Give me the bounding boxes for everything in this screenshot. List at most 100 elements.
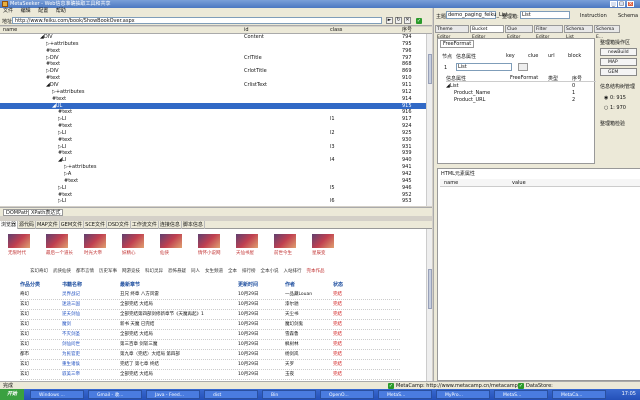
taskbar-item[interactable]: dist — [204, 390, 258, 399]
col-name[interactable]: name — [3, 27, 17, 34]
site-nav-link[interactable]: 入站排行 — [284, 269, 302, 274]
newbuild-button[interactable]: newBuild — [600, 48, 637, 56]
book-cover-image[interactable] — [46, 234, 68, 248]
bottom-tab[interactable]: GEM文件 — [60, 221, 85, 229]
tree-row[interactable]: ▷LI l2 925 — [0, 130, 432, 137]
book-cover-caption[interactable]: 妖精心 — [122, 250, 162, 256]
freeformat-tab[interactable]: FreeFormat — [440, 40, 475, 48]
menu-config[interactable]: 配置 — [38, 8, 48, 14]
book-cover-image[interactable] — [198, 234, 220, 248]
ff-table-header-cell[interactable]: FreeFormat — [510, 75, 538, 81]
attr-col-value[interactable]: value — [512, 180, 526, 186]
site-nav-link[interactable]: 排行榜 — [242, 269, 256, 274]
book-table-cell[interactable]: 逆夭剑仙 — [62, 310, 80, 320]
site-nav-link[interactable]: 全本小说 — [261, 269, 279, 274]
editor-tab[interactable]: Clue Editor — [505, 25, 533, 40]
bottom-tab[interactable]: MAP文件 — [36, 221, 60, 229]
site-nav-link[interactable]: 都市言情 — [76, 269, 94, 274]
book-cover-image[interactable] — [160, 234, 182, 248]
book-cover-image[interactable] — [236, 234, 258, 248]
bucket-field[interactable]: List — [520, 11, 570, 19]
refresh-icon[interactable]: ↻ — [395, 17, 402, 24]
ff-table-row[interactable]: Product_URL 2 — [446, 97, 596, 104]
menu-edit[interactable]: 编辑 — [21, 8, 31, 14]
tree-row[interactable]: #text 796 — [0, 48, 432, 55]
menu-help[interactable]: 帮助 — [56, 8, 66, 14]
map-button[interactable]: MAP — [600, 58, 637, 66]
site-nav-link[interactable]: 科幻灵异 — [145, 269, 163, 274]
book-table-cell[interactable]: 全部完结 大结局 — [120, 370, 153, 380]
taskbar-item[interactable]: Java - Feed... — [146, 390, 200, 399]
site-nav-link[interactable]: 玄幻奇幻 — [30, 269, 48, 274]
book-cover-caption[interactable]: 时光大帝 — [84, 250, 124, 256]
tree-row[interactable]: ▷LI l3 931 — [0, 144, 432, 151]
site-nav-link[interactable]: 恐怖悬疑 — [168, 269, 186, 274]
site-nav-link[interactable]: 武侠仙侠 — [53, 269, 71, 274]
maximize-button[interactable]: □ — [618, 1, 625, 7]
book-table-cell[interactable]: 魔剑 — [62, 320, 71, 330]
taskbar-item[interactable]: OpenO... — [320, 390, 374, 399]
book-table-cell[interactable]: 剑仙问世 — [62, 340, 80, 350]
schema-link[interactable]: Schema — [618, 13, 638, 19]
tree-row[interactable]: ◢DIV CrlistText 911 — [0, 82, 432, 89]
tree-row[interactable]: ▷DIV CrlTitle 797 — [0, 55, 432, 62]
bottom-tab[interactable]: 源代码 — [18, 221, 37, 229]
book-cover-caption[interactable]: 仙侠 — [160, 250, 200, 256]
book-cover-caption[interactable]: 天仙书屋 — [236, 250, 276, 256]
book-table-cell[interactable]: 第九章（完结）大结局 第四部 — [120, 350, 180, 360]
browser-view[interactable]: 无限时代 最后一个道长 时光大帝 妖精心 仙侠 情怀小说网 天仙书屋 前世今生 星辰变 玄幻奇幻… — [0, 229, 432, 381]
site-nav-link[interactable]: 同人 — [191, 269, 200, 274]
taskbar-item[interactable]: MetaS... — [378, 390, 432, 399]
book-table-cell[interactable]: 灵界战记 — [62, 290, 80, 300]
tree-row[interactable]: ◢LI l4 940 — [0, 157, 432, 164]
editor-tab[interactable]: Filter Editor — [534, 25, 563, 40]
ff-dropdown[interactable] — [518, 63, 528, 71]
minimize-button[interactable]: _ — [610, 1, 617, 7]
ff-table-header-cell[interactable]: 类型 — [548, 75, 558, 82]
taskbar-item[interactable]: MyPro... — [436, 390, 490, 399]
site-nav-link[interactable]: 完本作品 — [307, 269, 325, 274]
taskbar-item[interactable]: Windows ... — [30, 390, 84, 399]
book-cover-caption[interactable]: 最后一个道长 — [46, 250, 86, 256]
tree-scrollbar[interactable] — [426, 34, 432, 206]
editor-tab[interactable]: Bucket Editor — [470, 25, 504, 40]
tree-row[interactable]: ◢UL 915 — [0, 102, 432, 110]
tree-row[interactable]: #text 910 — [0, 75, 432, 82]
book-table-cell[interactable]: 全部完结 大结局 — [120, 300, 153, 310]
tree-row[interactable]: ▷+attributes 912 — [0, 89, 432, 96]
dom-tree[interactable]: ◢DIV Content 794 ▷+attributes 795 #text 796 ▷DI… — [0, 34, 432, 206]
tree-row[interactable]: #text 924 — [0, 123, 432, 130]
attr-col-name[interactable]: name — [444, 180, 458, 186]
bottom-tab[interactable]: 连接信息 — [159, 221, 182, 229]
book-table-cell[interactable]: 全部完结 大结局 — [120, 330, 153, 340]
book-table-cell[interactable]: 全部完结第四部剑修新章节《天魔再起》1 — [120, 310, 204, 320]
book-table-cell[interactable]: 完结了 第七章 终结 — [120, 360, 159, 370]
col-class[interactable]: class — [330, 27, 342, 34]
book-table-cell[interactable]: 重生诸侯 — [62, 360, 80, 370]
bottom-tab[interactable]: SCE文件 — [84, 221, 107, 229]
taskbar-item[interactable]: MetaS... — [494, 390, 548, 399]
site-nav-link[interactable]: 历史军事 — [99, 269, 117, 274]
radio-1[interactable]: ○ 1: 970 — [604, 105, 626, 111]
ff-table-row[interactable]: Product_Name 1 — [446, 90, 596, 97]
editor-tab[interactable]: Schema List — [564, 25, 593, 40]
taskbar-item[interactable]: MetaCa... — [552, 390, 606, 399]
book-table-cell[interactable]: 为民官吏 — [62, 350, 80, 360]
tree-row[interactable]: ▷LI l5 946 — [0, 185, 432, 192]
menu-file[interactable]: 文件 — [3, 8, 13, 14]
tree-row[interactable]: ▷DIV CrlotTitle 869 — [0, 68, 432, 75]
bottom-tab[interactable]: DSD文件 — [107, 221, 131, 229]
editor-tab[interactable]: Schema E... — [594, 25, 620, 40]
tab-xpath-expression[interactable]: XPath表达式 — [28, 209, 64, 216]
browser-scrollbar[interactable] — [426, 229, 432, 381]
book-cover-image[interactable] — [84, 234, 106, 248]
tree-row[interactable]: #text 914 — [0, 96, 432, 103]
book-cover-caption[interactable]: 无限时代 — [8, 250, 48, 256]
bottom-tab[interactable]: 工作流文件 — [131, 221, 159, 229]
book-table-cell[interactable]: 驭美三帝 — [62, 370, 80, 380]
start-button[interactable]: 开始 — [0, 389, 24, 400]
address-input[interactable]: http://www.feiku.com/book/ShowBookOver.a… — [12, 17, 382, 24]
theme-field[interactable]: demo_paging_feiku_List — [446, 11, 508, 19]
ff-node-input[interactable]: List — [456, 63, 512, 71]
tree-row[interactable]: ▷+attributes 941 — [0, 164, 432, 171]
